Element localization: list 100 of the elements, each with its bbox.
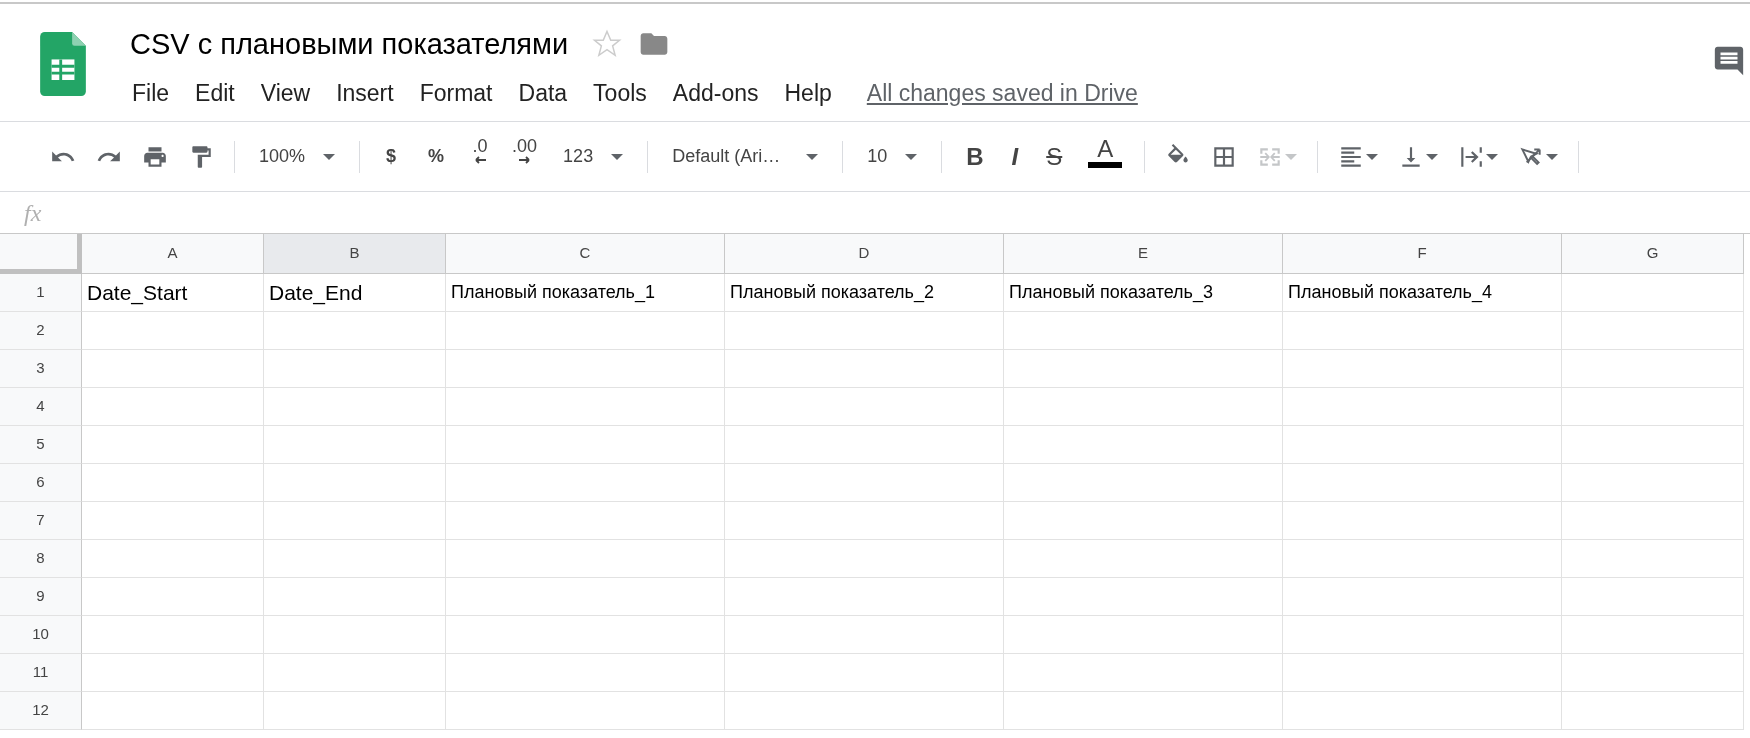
strikethrough-button[interactable]: S (1032, 136, 1077, 177)
table-cell[interactable] (725, 654, 1004, 692)
table-cell[interactable] (725, 312, 1004, 350)
table-cell[interactable]: Плановый показатель_2 (725, 274, 1004, 312)
bold-button[interactable]: B (952, 136, 998, 177)
table-cell[interactable] (446, 388, 725, 426)
row-header[interactable]: 3 (0, 350, 82, 388)
table-cell[interactable] (1283, 692, 1562, 730)
table-cell[interactable] (1562, 578, 1744, 616)
row-header[interactable]: 10 (0, 616, 82, 654)
table-cell[interactable] (1283, 426, 1562, 464)
table-cell[interactable] (1283, 312, 1562, 350)
table-cell[interactable] (264, 654, 446, 692)
table-cell[interactable] (82, 464, 264, 502)
table-cell[interactable] (446, 426, 725, 464)
table-cell[interactable] (1004, 654, 1283, 692)
table-cell[interactable] (264, 502, 446, 540)
table-cell[interactable] (264, 692, 446, 730)
table-cell[interactable] (1562, 540, 1744, 578)
table-cell[interactable] (1562, 692, 1744, 730)
table-cell[interactable] (1562, 388, 1744, 426)
table-cell[interactable] (446, 578, 725, 616)
row-header[interactable]: 9 (0, 578, 82, 616)
table-cell[interactable] (1004, 464, 1283, 502)
table-cell[interactable] (1004, 426, 1283, 464)
menu-item[interactable]: Add-ons (659, 81, 772, 105)
table-cell[interactable] (264, 616, 446, 654)
column-header[interactable]: C (446, 234, 725, 274)
table-cell[interactable] (82, 540, 264, 578)
dropdown-button[interactable]: 10 (853, 136, 932, 177)
table-cell[interactable] (725, 350, 1004, 388)
table-cell[interactable] (82, 350, 264, 388)
table-cell[interactable] (725, 502, 1004, 540)
table-cell[interactable] (82, 388, 264, 426)
dropdown-button[interactable]: 123 (549, 136, 638, 177)
column-header[interactable]: F (1283, 234, 1562, 274)
table-cell[interactable] (1562, 274, 1744, 312)
table-cell[interactable] (1562, 464, 1744, 502)
format-button[interactable]: % (412, 136, 461, 177)
table-cell[interactable] (264, 540, 446, 578)
menu-item[interactable]: Help (771, 81, 845, 105)
table-cell[interactable] (446, 350, 725, 388)
menu-item[interactable]: View (247, 81, 324, 105)
menu-item[interactable]: Format (406, 81, 506, 105)
table-cell[interactable]: Плановый показатель_4 (1283, 274, 1562, 312)
table-cell[interactable] (446, 540, 725, 578)
table-cell[interactable] (1283, 464, 1562, 502)
table-cell[interactable] (1562, 426, 1744, 464)
row-header[interactable]: 2 (0, 312, 82, 350)
table-cell[interactable] (82, 616, 264, 654)
table-cell[interactable] (1562, 502, 1744, 540)
menu-item[interactable]: Tools (580, 81, 660, 105)
table-cell[interactable] (82, 502, 264, 540)
menu-item[interactable]: Edit (182, 81, 248, 105)
table-cell[interactable]: Date_Start (82, 274, 264, 312)
table-cell[interactable] (1004, 350, 1283, 388)
table-cell[interactable] (1562, 312, 1744, 350)
row-header[interactable]: 5 (0, 426, 82, 464)
column-header[interactable]: A (82, 234, 264, 274)
row-header[interactable]: 12 (0, 692, 82, 730)
row-header[interactable]: 4 (0, 388, 82, 426)
table-cell[interactable] (725, 692, 1004, 730)
table-cell[interactable] (1004, 388, 1283, 426)
document-title[interactable]: CSV с плановыми показателями (130, 29, 569, 59)
row-header[interactable]: 8 (0, 540, 82, 578)
decimal-button[interactable]: .0 (460, 136, 501, 177)
dropdown-button[interactable]: 100% (245, 136, 350, 177)
table-cell[interactable] (1562, 616, 1744, 654)
format-button[interactable]: $ (370, 136, 413, 177)
row-header[interactable]: 1 (0, 274, 82, 312)
menu-item[interactable]: File (119, 81, 183, 105)
table-cell[interactable] (446, 502, 725, 540)
save-status-link[interactable]: All changes saved in Drive (866, 76, 1138, 111)
table-cell[interactable] (446, 654, 725, 692)
table-cell[interactable] (725, 540, 1004, 578)
table-cell[interactable] (264, 426, 446, 464)
table-cell[interactable] (1004, 312, 1283, 350)
table-cell[interactable] (1283, 578, 1562, 616)
table-cell[interactable] (1283, 350, 1562, 388)
table-cell[interactable] (1562, 654, 1744, 692)
table-cell[interactable] (725, 578, 1004, 616)
table-cell[interactable] (725, 616, 1004, 654)
table-cell[interactable] (82, 312, 264, 350)
table-cell[interactable] (1004, 540, 1283, 578)
table-cell[interactable]: Плановый показатель_3 (1004, 274, 1283, 312)
decimal-button[interactable]: .00 (500, 136, 550, 177)
table-cell[interactable] (1562, 350, 1744, 388)
dropdown-button[interactable]: Default (Ari… (658, 136, 833, 177)
table-cell[interactable] (82, 654, 264, 692)
column-header[interactable]: D (725, 234, 1004, 274)
table-cell[interactable] (1004, 692, 1283, 730)
table-cell[interactable] (82, 692, 264, 730)
text-color-button[interactable]: A (1076, 136, 1135, 177)
table-cell[interactable] (446, 692, 725, 730)
table-cell[interactable] (1283, 654, 1562, 692)
table-cell[interactable] (264, 388, 446, 426)
menu-item[interactable]: Insert (323, 81, 407, 105)
table-cell[interactable]: Date_End (264, 274, 446, 312)
table-cell[interactable] (1004, 578, 1283, 616)
column-header[interactable]: E (1004, 234, 1283, 274)
